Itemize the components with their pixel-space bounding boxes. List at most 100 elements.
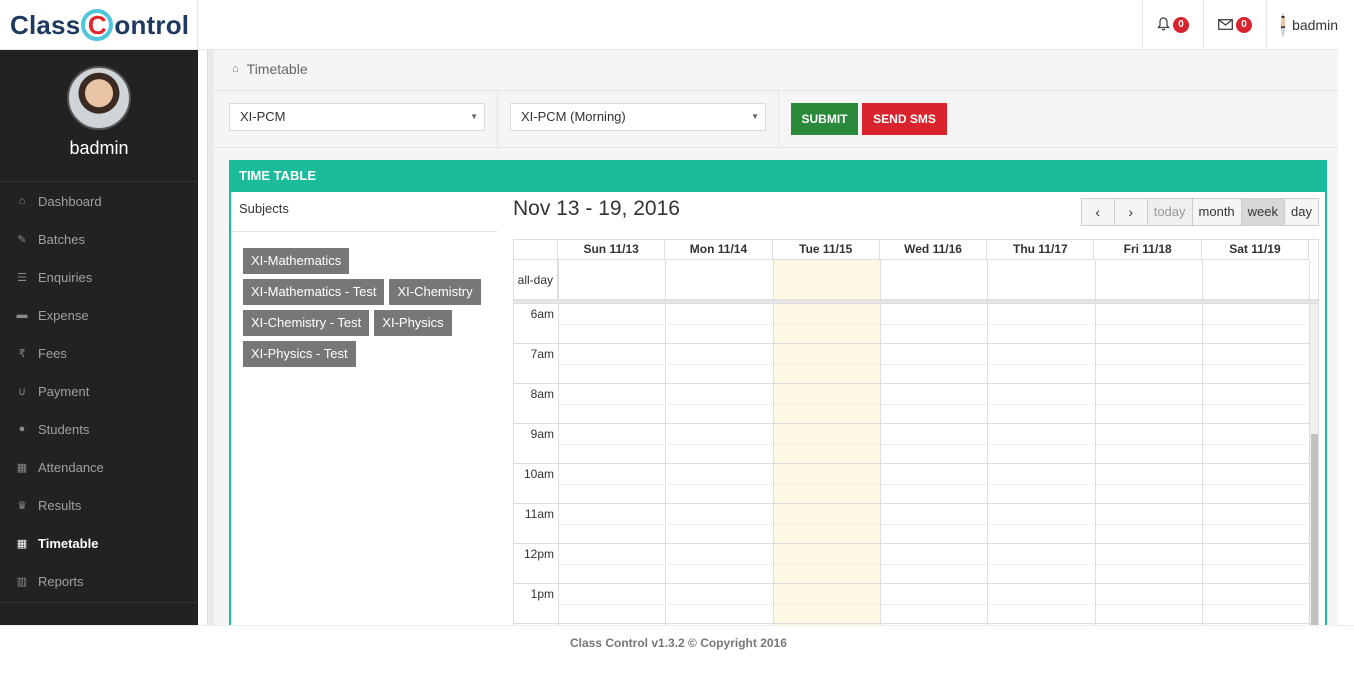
footer-copyright: Class Control v1.3.2 © Copyright 2016	[570, 636, 787, 650]
messages-badge: 0	[1236, 17, 1252, 33]
footer: Class Control v1.3.2 © Copyright 2016	[0, 625, 1354, 700]
week-view-button[interactable]: week	[1240, 198, 1286, 226]
next-week-button[interactable]: ›	[1113, 198, 1148, 226]
sidebar-item-label: Expense	[38, 307, 89, 323]
sidebar-item-batches[interactable]: ✎ Batches	[0, 220, 198, 258]
subjects-title: Subjects	[231, 192, 497, 232]
today-button[interactable]: today	[1146, 198, 1193, 226]
sidebar-item-payment[interactable]: ∪ Payment	[0, 372, 198, 410]
hour-label: 8am	[530, 387, 554, 401]
time-slots[interactable]: 6am 7am 8am 9am 10am 11am 12pm 1pm	[514, 304, 1310, 625]
subject-chip[interactable]: XI-Physics - Test	[243, 341, 356, 367]
subject-chip[interactable]: XI-Chemistry - Test	[243, 310, 370, 336]
sidebar-menu: ⌂ Dashboard ✎ Batches ☰ Enquiries ▬ Expense …	[0, 182, 198, 600]
calendar-scrollbar[interactable]	[1309, 304, 1318, 625]
subject-chip[interactable]: XI-Mathematics - Test	[243, 279, 385, 305]
filter-bar: XI-PCM ▼ XI-PCM (Morning) ▼ SUBMIT SEND …	[214, 90, 1338, 149]
sidebar-item-label: Students	[38, 421, 90, 437]
day-column-divider	[1094, 260, 1096, 625]
sidebar-item-attendance[interactable]: ▦ Attendance	[0, 448, 198, 486]
user-avatar	[1281, 13, 1286, 37]
sidebar-item-timetable[interactable]: ▦ Timetable	[0, 524, 198, 562]
day-header-tue: Tue 11/15	[772, 240, 880, 260]
sidebar-item-label: Batches	[38, 231, 85, 247]
sidebar-item-fees[interactable]: ₹ Fees	[0, 334, 198, 372]
subjects-list: Subjects XI-Mathematics XI-Mathematics -…	[231, 192, 499, 372]
cart-icon: ▬	[16, 309, 28, 321]
day-header-sun: Sun 11/13	[558, 240, 666, 260]
hour-label: 10am	[523, 467, 554, 481]
sidebar-item-label: Results	[38, 497, 82, 513]
month-view-button[interactable]: month	[1191, 198, 1242, 226]
home-icon[interactable]: ⌂	[232, 63, 239, 75]
breadcrumb: ⌂ Timetable	[214, 50, 1338, 88]
hour-label: 11am	[524, 507, 554, 521]
hour-row[interactable]: 6am	[514, 304, 1310, 344]
logo-text-right: ontrol	[114, 9, 190, 40]
bank-icon: ▥	[16, 575, 28, 588]
all-day-label: all-day	[514, 260, 558, 300]
app-logo[interactable]: Class Control	[0, 0, 198, 50]
scrollbar-thumb[interactable]	[1311, 434, 1318, 625]
all-day-row[interactable]: all-day	[514, 260, 1318, 300]
calendar-grid: Sun 11/13 Mon 11/14 Tue 11/15 Wed 11/16 …	[513, 239, 1319, 625]
day-view-button[interactable]: day	[1284, 198, 1319, 226]
day-column-divider	[1201, 260, 1203, 625]
chevron-down-icon: ▼	[751, 112, 759, 121]
magnet-icon: ∪	[17, 385, 27, 398]
user-name: badmin	[1292, 17, 1338, 33]
day-column-divider	[879, 260, 881, 625]
hour-row[interactable]: 7am	[514, 344, 1310, 384]
notifications-badge: 0	[1173, 17, 1189, 33]
hour-label: 9am	[530, 427, 554, 441]
hour-row[interactable]: 1pm	[514, 584, 1310, 624]
calendar-range-title: Nov 13 - 19, 2016	[513, 197, 680, 220]
day-column-divider	[558, 260, 559, 625]
messages-button[interactable]: 0	[1203, 0, 1266, 50]
timetable-select[interactable]: XI-PCM (Morning) ▼	[510, 103, 766, 131]
notifications-button[interactable]: 0	[1142, 0, 1203, 50]
subject-chip[interactable]: XI-Chemistry	[389, 279, 481, 305]
trophy-icon: ♛	[17, 499, 27, 512]
calendar-icon: ▦	[16, 537, 28, 550]
hour-label: 7am	[530, 347, 554, 361]
chevron-down-icon: ▼	[470, 112, 478, 121]
timetable-panel: TIME TABLE Subjects XI-Mathematics XI-Ma…	[229, 160, 1327, 625]
sidebar-item-enquiries[interactable]: ☰ Enquiries	[0, 258, 198, 296]
batch-select[interactable]: XI-PCM ▼	[229, 103, 485, 131]
rupee-icon: ₹	[18, 347, 26, 360]
content-gutter	[207, 50, 214, 625]
sidebar-item-label: Timetable	[38, 535, 99, 551]
list-icon: ☰	[17, 271, 27, 284]
logo-c-mark: C	[81, 9, 114, 41]
sidebar-divider	[0, 602, 198, 603]
day-header-sat: Sat 11/19	[1201, 240, 1310, 260]
hour-row[interactable]: 11am	[514, 504, 1310, 544]
bell-icon	[1157, 16, 1170, 34]
day-header-mon: Mon 11/14	[665, 240, 773, 260]
timetable-select-value: XI-PCM (Morning)	[521, 109, 626, 124]
day-column-divider	[772, 260, 774, 625]
sidebar-item-dashboard[interactable]: ⌂ Dashboard	[0, 182, 198, 220]
prev-week-button[interactable]: ‹	[1080, 198, 1115, 226]
sidebar-item-students[interactable]: ● Students	[0, 410, 198, 448]
subject-chip[interactable]: XI-Mathematics	[243, 248, 350, 274]
sidebar-item-label: Enquiries	[38, 269, 93, 285]
subject-chip[interactable]: XI-Physics	[374, 310, 452, 336]
day-column-divider	[987, 260, 989, 625]
calendar-toolbar: ‹ › today month week day	[1080, 198, 1319, 226]
sidebar-item-expense[interactable]: ▬ Expense	[0, 296, 198, 334]
send-sms-button[interactable]: SEND SMS	[862, 103, 947, 135]
hour-row[interactable]: 9am	[514, 424, 1310, 464]
sidebar-item-results[interactable]: ♛ Results	[0, 486, 198, 524]
hour-row[interactable]: 8am	[514, 384, 1310, 424]
panel-title: TIME TABLE	[231, 160, 1325, 192]
hour-row[interactable]: 10am	[514, 464, 1310, 504]
day-column-divider	[665, 260, 667, 625]
top-bar: Class Control 0 0 badmin	[0, 0, 1338, 50]
sidebar-item-reports[interactable]: ▥ Reports	[0, 562, 198, 600]
submit-button[interactable]: SUBMIT	[791, 103, 858, 135]
user-menu[interactable]: badmin	[1266, 0, 1338, 50]
sidebar-item-label: Fees	[38, 345, 67, 361]
hour-row[interactable]: 12pm	[514, 544, 1310, 584]
